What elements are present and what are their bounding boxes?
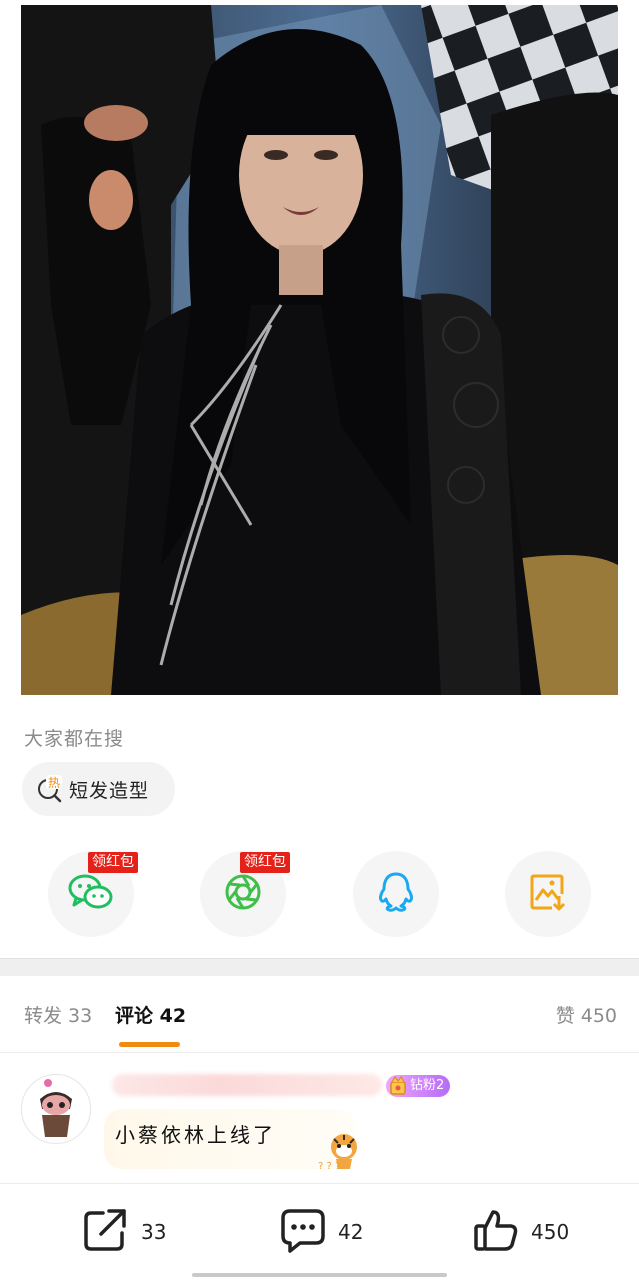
thumbs-up-icon — [473, 1207, 519, 1257]
trending-search-label: 大家都在搜 — [24, 728, 125, 750]
share-arrow-icon — [83, 1207, 129, 1257]
tab-reposts[interactable]: 转发 33 — [24, 1001, 92, 1028]
repost-button[interactable]: 33 — [83, 1208, 166, 1256]
comment-button[interactable]: 42 — [280, 1208, 363, 1256]
trending-search-chip[interactable]: 热 短发造型 — [22, 762, 175, 816]
like-count: 450 — [531, 1220, 570, 1244]
comment-bubble-icon — [280, 1207, 326, 1257]
moments-icon — [223, 872, 263, 916]
comment-count: 42 — [338, 1220, 364, 1244]
fan-level-badge: 钻粉2 — [386, 1075, 451, 1097]
tab-likes[interactable]: 赞 450 — [556, 1001, 617, 1028]
crown-icon — [389, 1075, 407, 1096]
tiger-sticker: ? ? ? — [318, 1129, 360, 1173]
like-button[interactable]: 450 — [473, 1208, 569, 1256]
tab-comments[interactable]: 评论 42 — [115, 1001, 186, 1028]
bottom-action-bar: 33 42 450 — [0, 1183, 639, 1282]
home-indicator[interactable] — [192, 1273, 447, 1277]
hot-search-icon: 热 — [36, 775, 64, 803]
repost-count: 33 — [141, 1220, 167, 1244]
trending-search-text: 短发造型 — [69, 779, 150, 802]
save-image-icon — [528, 872, 568, 916]
interaction-tabs: 转发 33 评论 42 赞 450 — [0, 976, 639, 1053]
active-tab-indicator — [119, 1042, 180, 1047]
red-packet-badge: 领红包 — [240, 852, 290, 873]
hot-mark: 热 — [48, 776, 60, 790]
fan-badge-label: 钻粉2 — [410, 1078, 445, 1093]
share-qq-button[interactable] — [353, 851, 439, 937]
avatar[interactable] — [21, 1074, 91, 1144]
comment-item[interactable]: 钻粉2 小蔡依林上线了 ? ? ? — [0, 1053, 639, 1183]
wechat-icon — [68, 872, 114, 916]
qq-icon — [377, 871, 415, 917]
save-image-button[interactable] — [505, 851, 591, 937]
username-redacted[interactable] — [112, 1074, 382, 1096]
section-divider — [0, 958, 639, 976]
comment-text: 小蔡依林上线了 — [115, 1123, 276, 1147]
red-packet-badge: 领红包 — [88, 852, 138, 873]
post-image[interactable] — [21, 5, 618, 695]
